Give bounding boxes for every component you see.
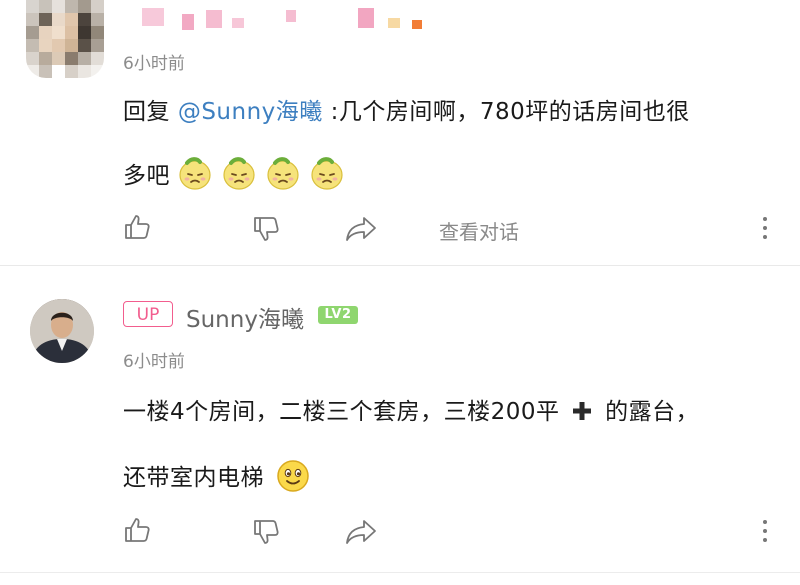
thumbs-down-icon — [254, 520, 279, 544]
reply-prefix: 回复 — [123, 99, 178, 125]
share-arrow-icon — [346, 217, 376, 241]
comment-time: 6小时前 — [123, 54, 185, 74]
like-button[interactable] — [123, 515, 153, 545]
comment-text-part: 一楼4个房间，二楼三个套房，三楼200平 — [123, 399, 560, 425]
share-button[interactable] — [344, 518, 378, 546]
more-options-icon[interactable] — [762, 520, 768, 544]
sour-lemon-emoji-icon — [222, 157, 256, 191]
comment-text-line-2: 还带室内电梯 — [123, 458, 320, 493]
comment-divider — [0, 265, 800, 266]
thumbs-up-icon — [125, 518, 150, 542]
share-button[interactable] — [344, 215, 378, 243]
sour-lemon-emoji-icon — [178, 157, 212, 191]
heavy-plus-icon — [571, 400, 593, 422]
comment-text-line-1: 一楼4个房间，二楼三个套房，三楼200平 的露台， — [123, 392, 699, 426]
comment-divider — [0, 572, 800, 573]
comment-text-end: 多吧 — [123, 163, 170, 189]
user-avatar[interactable] — [30, 299, 94, 363]
more-options-icon[interactable] — [762, 217, 768, 241]
comment-text-line-2: 多吧 — [123, 156, 354, 191]
share-arrow-icon — [346, 520, 376, 544]
mention-link[interactable]: @Sunny海曦 — [178, 99, 323, 125]
comment-time: 6小时前 — [123, 352, 185, 372]
pixelated-avatar[interactable] — [26, 0, 104, 78]
dislike-button[interactable] — [252, 517, 282, 547]
like-button[interactable] — [123, 212, 153, 242]
comment-text-end: 还带室内电梯 — [123, 465, 264, 491]
level-badge: LV2 — [318, 306, 358, 324]
thumbs-up-icon — [125, 215, 150, 239]
pixelated-username[interactable] — [140, 8, 440, 30]
thumbs-down-icon — [254, 217, 279, 241]
sour-lemon-emoji-icon — [266, 157, 300, 191]
dislike-button[interactable] — [252, 214, 282, 244]
comment-text-part: 的露台， — [605, 399, 700, 425]
smiling-face-icon — [276, 459, 310, 493]
sour-lemon-emoji-icon — [310, 157, 344, 191]
up-badge: UP — [123, 301, 173, 327]
comment-text-rest: :几个房间啊，780坪的话房间也很 — [322, 99, 690, 125]
comment-text-line-1: 回复 @Sunny海曦 :几个房间啊，780坪的话房间也很 — [123, 92, 690, 126]
username[interactable]: Sunny海曦 — [186, 300, 304, 334]
view-conversation-link[interactable]: 查看对话 — [439, 216, 519, 245]
